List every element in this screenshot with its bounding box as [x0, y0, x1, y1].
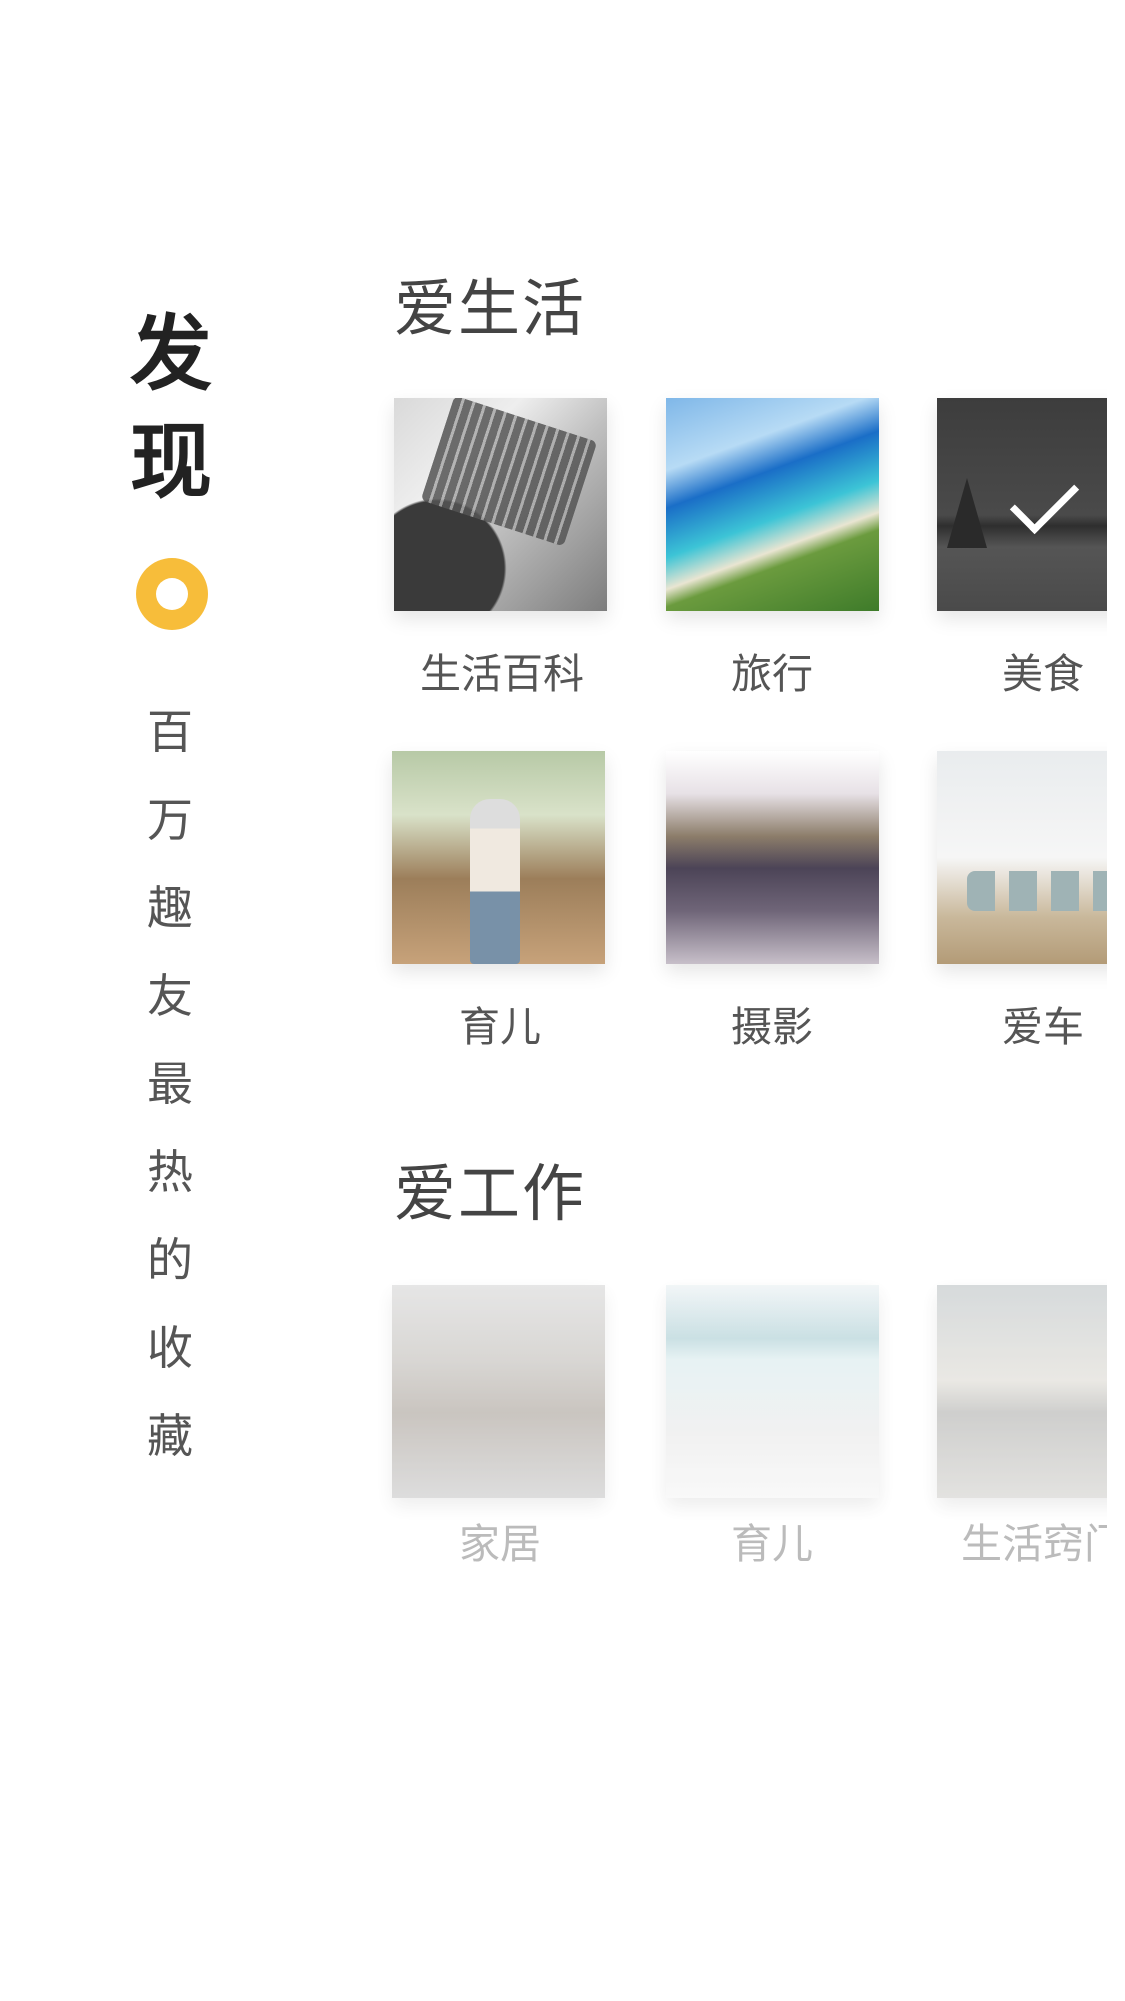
category-label: 美食 — [1002, 650, 1084, 698]
category-label: 生活百科 — [420, 650, 584, 698]
discover-screen: 发 现 百 万 趣 友 最 热 的 收 藏 爱生活 生活百科 旅行 美食 育儿 … — [0, 0, 1125, 2001]
category-tile-life-tips[interactable] — [937, 1285, 1125, 1498]
edge-mask — [1107, 0, 1125, 2001]
category-tile-parenting[interactable] — [392, 751, 605, 964]
category-tile-food[interactable] — [937, 398, 1125, 611]
page-title-char: 现 — [130, 414, 213, 510]
category-label: 家居 — [459, 1520, 541, 1568]
subtitle-char: 百 — [147, 705, 193, 759]
ring-icon — [136, 558, 208, 630]
checkmark-icon — [1009, 464, 1080, 535]
section-title-love-work: 爱工作 — [394, 1157, 587, 1230]
subtitle-char: 藏 — [147, 1409, 193, 1463]
page-title: 发 现 — [130, 300, 213, 516]
tree-image — [947, 478, 987, 548]
page-title-char: 发 — [130, 306, 213, 402]
category-label: 育儿 — [459, 1003, 541, 1051]
category-tile-travel[interactable] — [666, 398, 879, 611]
child-image — [470, 799, 520, 964]
category-label: 爱车 — [1002, 1003, 1084, 1051]
subtitle-char: 友 — [147, 969, 193, 1023]
category-label: 摄影 — [731, 1003, 813, 1051]
section-title-love-life: 爱生活 — [394, 272, 587, 345]
category-label: 旅行 — [731, 650, 813, 698]
subtitle-char: 最 — [147, 1057, 193, 1111]
category-label: 育儿 — [731, 1520, 813, 1568]
chairs-image — [967, 871, 1125, 911]
subtitle-char: 热 — [147, 1145, 193, 1199]
category-tile-parenting-2[interactable] — [666, 1285, 879, 1498]
category-tile-life-encyclopedia[interactable] — [394, 398, 607, 611]
category-label: 生活窍门 — [961, 1520, 1125, 1568]
category-tile-photography[interactable] — [666, 751, 879, 964]
subtitle-char: 收 — [147, 1321, 193, 1375]
subtitle-char: 万 — [147, 793, 193, 847]
category-tile-home[interactable] — [392, 1285, 605, 1498]
subtitle-char: 的 — [147, 1233, 193, 1287]
laptop-image — [420, 398, 598, 547]
category-tile-cars[interactable] — [937, 751, 1125, 964]
subtitle-char: 趣 — [147, 881, 193, 935]
page-subtitle: 百 万 趣 友 最 热 的 收 藏 — [140, 688, 200, 1480]
